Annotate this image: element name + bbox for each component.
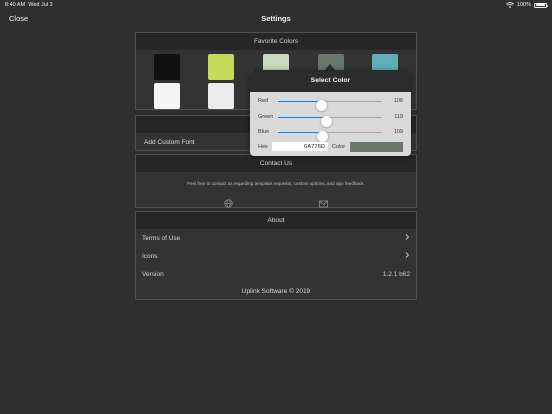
terms-of-use-row[interactable]: Terms of Use	[136, 230, 416, 247]
green-slider-fill	[278, 116, 327, 118]
red-slider-thumb[interactable]	[315, 99, 327, 111]
hex-input[interactable]	[272, 142, 328, 151]
red-slider-fill	[278, 100, 322, 102]
contact-panel: Contact Us Feel free to contact us regar…	[135, 154, 417, 208]
blue-slider-thumb[interactable]	[316, 130, 328, 142]
contact-icons	[136, 195, 416, 208]
about-panel: About Terms of Use Icons Version 1.2.1 b…	[135, 211, 417, 300]
red-value: 106	[393, 97, 403, 104]
status-date-text: Wed Jul 3	[28, 2, 53, 8]
about-header: About	[136, 212, 416, 229]
battery-icon	[534, 2, 549, 8]
blue-slider[interactable]	[278, 130, 382, 142]
status-right: 100%	[505, 2, 549, 8]
blue-label: Blue	[258, 128, 270, 135]
page-title: Settings	[261, 14, 291, 23]
status-time: 8:40 AM Wed Jul 3	[5, 2, 53, 8]
red-label: Red	[258, 97, 269, 104]
color-swatch[interactable]	[208, 83, 234, 109]
mail-icon[interactable]	[319, 195, 328, 208]
color-swatch[interactable]	[154, 83, 180, 109]
green-label: Green	[258, 113, 274, 120]
nav-bar: Close Settings	[0, 10, 552, 28]
green-slider-thumb[interactable]	[321, 115, 333, 127]
red-slider[interactable]	[278, 99, 382, 111]
contact-header: Contact Us	[136, 155, 416, 172]
icons-row[interactable]: Icons	[136, 248, 416, 265]
blue-slider-row: Blue 109	[250, 127, 411, 142]
chevron-right-icon	[403, 251, 411, 259]
green-slider[interactable]	[278, 115, 382, 127]
color-picker-popover: Select Color Red 106 Green 119 Blue 109 …	[250, 70, 411, 156]
battery-percent: 100%	[516, 2, 531, 8]
blue-value: 109	[393, 128, 403, 135]
status-time-text: 8:40 AM	[5, 2, 26, 8]
color-label: Color	[332, 144, 346, 150]
copyright-footer: Uplink Software © 2019	[241, 288, 311, 295]
color-picker-title: Select Color	[250, 70, 411, 92]
chevron-right-icon	[403, 233, 411, 241]
contact-description: Feel free to contact us regarding templa…	[187, 181, 365, 186]
wifi-icon	[505, 2, 514, 8]
color-preview	[350, 142, 403, 152]
red-slider-row: Red 106	[250, 96, 411, 111]
green-value: 119	[394, 113, 403, 120]
color-swatch[interactable]	[208, 54, 234, 80]
favorite-colors-header: Favorite Colors	[136, 33, 416, 50]
icons-label: Icons	[142, 252, 158, 260]
version-value: 1.2.1 b62	[382, 270, 410, 278]
color-swatch[interactable]	[154, 54, 180, 80]
blue-slider-fill	[278, 131, 323, 133]
version-row: Version 1.2.1 b62	[136, 266, 416, 283]
green-slider-row: Green 119	[250, 112, 411, 127]
status-bar: 8:40 AM Wed Jul 3 100%	[0, 0, 552, 9]
web-icon[interactable]	[224, 195, 233, 208]
hex-row: Hex Color	[250, 141, 411, 153]
version-label: Version	[142, 270, 164, 278]
terms-of-use-label: Terms of Use	[142, 234, 181, 242]
hex-label: Hex	[258, 144, 268, 150]
